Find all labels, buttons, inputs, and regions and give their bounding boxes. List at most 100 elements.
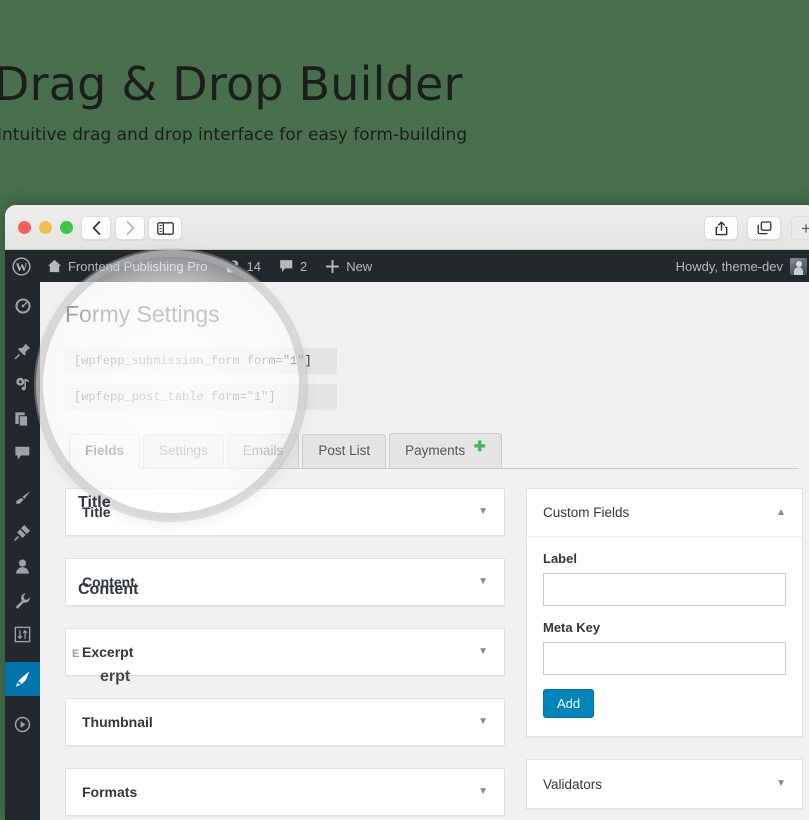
chevron-down-icon[interactable]: ▼ (478, 717, 488, 727)
label-input[interactable] (543, 573, 786, 607)
custom-fields-header[interactable]: Custom Fields ▲ (527, 489, 802, 538)
sidebar-item-settings[interactable] (5, 617, 40, 651)
shortcode-post-table: [wpfepp_post_table form="1"] (65, 383, 337, 410)
sidebar-item-posts[interactable] (5, 334, 40, 368)
builder-panels: Title ▼ Content ▼ Excerpt ▼ Thumbnail ▼ (65, 488, 803, 820)
tab-settings-label: Settings (159, 442, 208, 458)
window-traffic-lights[interactable] (18, 221, 73, 234)
media-icon (15, 377, 29, 391)
updates-count: 14 (246, 258, 261, 274)
sidebar-column: Custom Fields ▲ Label Meta Key Add Valid… (526, 488, 803, 820)
forward-button[interactable] (115, 216, 145, 240)
chevron-up-icon[interactable]: ▲ (776, 507, 786, 518)
promo-hero: Drag & Drop Builder Intuitive drag and d… (0, 0, 809, 205)
browser-toolbar: + (5, 205, 809, 250)
tab-settings[interactable]: Settings (143, 433, 224, 469)
field-label: Excerpt (82, 644, 134, 661)
site-name-menu[interactable]: Frontend Publishing Pro (38, 250, 216, 282)
sidebar-item-dashboard[interactable] (5, 289, 40, 323)
custom-fields-panel: Custom Fields ▲ Label Meta Key Add (526, 488, 803, 738)
custom-fields-heading: Custom Fields (543, 505, 630, 521)
sidebar-item-users[interactable] (5, 549, 40, 583)
field-row-formats[interactable]: Formats ▼ (65, 768, 505, 817)
tab-post-list-label: Post List (318, 442, 371, 458)
new-content-menu[interactable]: New (316, 250, 381, 282)
validators-heading: Validators (543, 776, 603, 792)
pin-icon (14, 343, 30, 360)
page-title: Formy Settings (65, 301, 220, 327)
sidebar-item-appearance[interactable] (5, 481, 40, 515)
chevron-down-icon[interactable]: ▼ (478, 577, 488, 587)
chevron-down-icon[interactable]: ▼ (478, 647, 488, 657)
collapse-menu-icon (14, 716, 31, 732)
sidebar-item-pages[interactable] (5, 402, 40, 436)
sidebar-item-media[interactable] (5, 368, 40, 402)
sidebar-item-comments[interactable] (5, 436, 40, 470)
my-account-menu[interactable]: Howdy, theme-dev (675, 257, 809, 275)
field-row-title[interactable]: Title ▼ (65, 488, 505, 537)
payments-addon-badge-icon: ✚ (473, 437, 486, 454)
sidebar-item-plugins[interactable] (5, 515, 40, 549)
comments-menu[interactable]: 2 (270, 250, 316, 282)
user-icon (16, 559, 29, 574)
maximize-window-icon[interactable] (60, 221, 73, 234)
validators-header[interactable]: Validators ▼ (527, 760, 802, 808)
minimize-window-icon[interactable] (39, 221, 52, 234)
tab-fields-label: Fields (85, 442, 125, 458)
wp-admin-bar: W Frontend Publishing Pro 14 2 New Howdy… (5, 250, 809, 282)
tabs-overview-icon (757, 221, 771, 235)
add-custom-field-button[interactable]: Add (543, 689, 595, 719)
new-tab-button[interactable]: + (791, 216, 809, 240)
share-button[interactable] (704, 216, 738, 240)
field-label: Title (82, 504, 111, 521)
tab-payments-label: Payments (405, 442, 466, 458)
comment-icon (15, 446, 30, 460)
field-row-content[interactable]: Content ▼ (65, 558, 505, 607)
browser-window: + W Frontend Publishing Pro 14 2 New How… (5, 205, 809, 820)
chevron-down-icon[interactable]: ▼ (478, 787, 488, 797)
settings-tabs: Fields Settings Emails Post List Payment… (65, 432, 799, 470)
browser-nav-group (81, 216, 145, 240)
updates-menu[interactable]: 14 (216, 250, 269, 282)
tab-emails-label: Emails (242, 442, 284, 458)
close-window-icon[interactable] (18, 221, 31, 234)
chevron-left-icon (92, 221, 100, 235)
wrench-icon (15, 592, 30, 609)
comment-bubble-icon (280, 260, 293, 273)
comments-count: 2 (299, 258, 308, 274)
back-button[interactable] (81, 216, 111, 240)
wp-admin-sidebar (5, 282, 48, 820)
plus-icon (326, 259, 340, 273)
validators-panel: Validators ▼ (526, 759, 803, 810)
chevron-down-icon[interactable]: ▼ (478, 507, 488, 517)
howdy-label: Howdy, theme-dev (675, 258, 783, 274)
tab-emails[interactable]: Emails (226, 433, 300, 469)
field-row-thumbnail[interactable]: Thumbnail ▼ (65, 698, 505, 747)
chevron-down-icon[interactable]: ▼ (776, 779, 786, 789)
sidebar-item-formy[interactable] (5, 662, 48, 696)
shortcode-submission-form: [wpfepp_submission_form form="1"] (65, 347, 337, 374)
share-icon (715, 220, 727, 235)
wordpress-icon: W (12, 256, 31, 276)
field-label: Thumbnail (82, 714, 153, 731)
svg-text:W: W (16, 259, 28, 273)
tab-payments[interactable]: Payments ✚ (389, 432, 502, 469)
sidebar-item-collapse-menu[interactable] (5, 707, 40, 741)
browser-actions-group (704, 216, 781, 240)
paintbrush-icon (15, 491, 30, 504)
fields-column: Title ▼ Content ▼ Excerpt ▼ Thumbnail ▼ (65, 488, 505, 820)
wp-admin-body: Formy Settings [wpfepp_submission_form f… (5, 282, 809, 820)
tab-post-list[interactable]: Post List (302, 433, 387, 469)
home-icon (47, 259, 62, 273)
sidebar-item-tools[interactable] (5, 583, 40, 617)
show-tabs-button[interactable] (747, 216, 781, 240)
dashboard-icon (14, 298, 31, 314)
tab-fields[interactable]: Fields (69, 433, 141, 470)
settings-sliders-icon (14, 626, 31, 642)
field-label: Content (82, 574, 135, 591)
label-field-label: Label (543, 551, 577, 567)
meta-key-input[interactable] (543, 642, 786, 676)
wordpress-logo-menu[interactable]: W (5, 250, 38, 282)
field-row-excerpt[interactable]: Excerpt ▼ (65, 628, 505, 677)
toggle-sidebar-button[interactable] (148, 216, 182, 240)
